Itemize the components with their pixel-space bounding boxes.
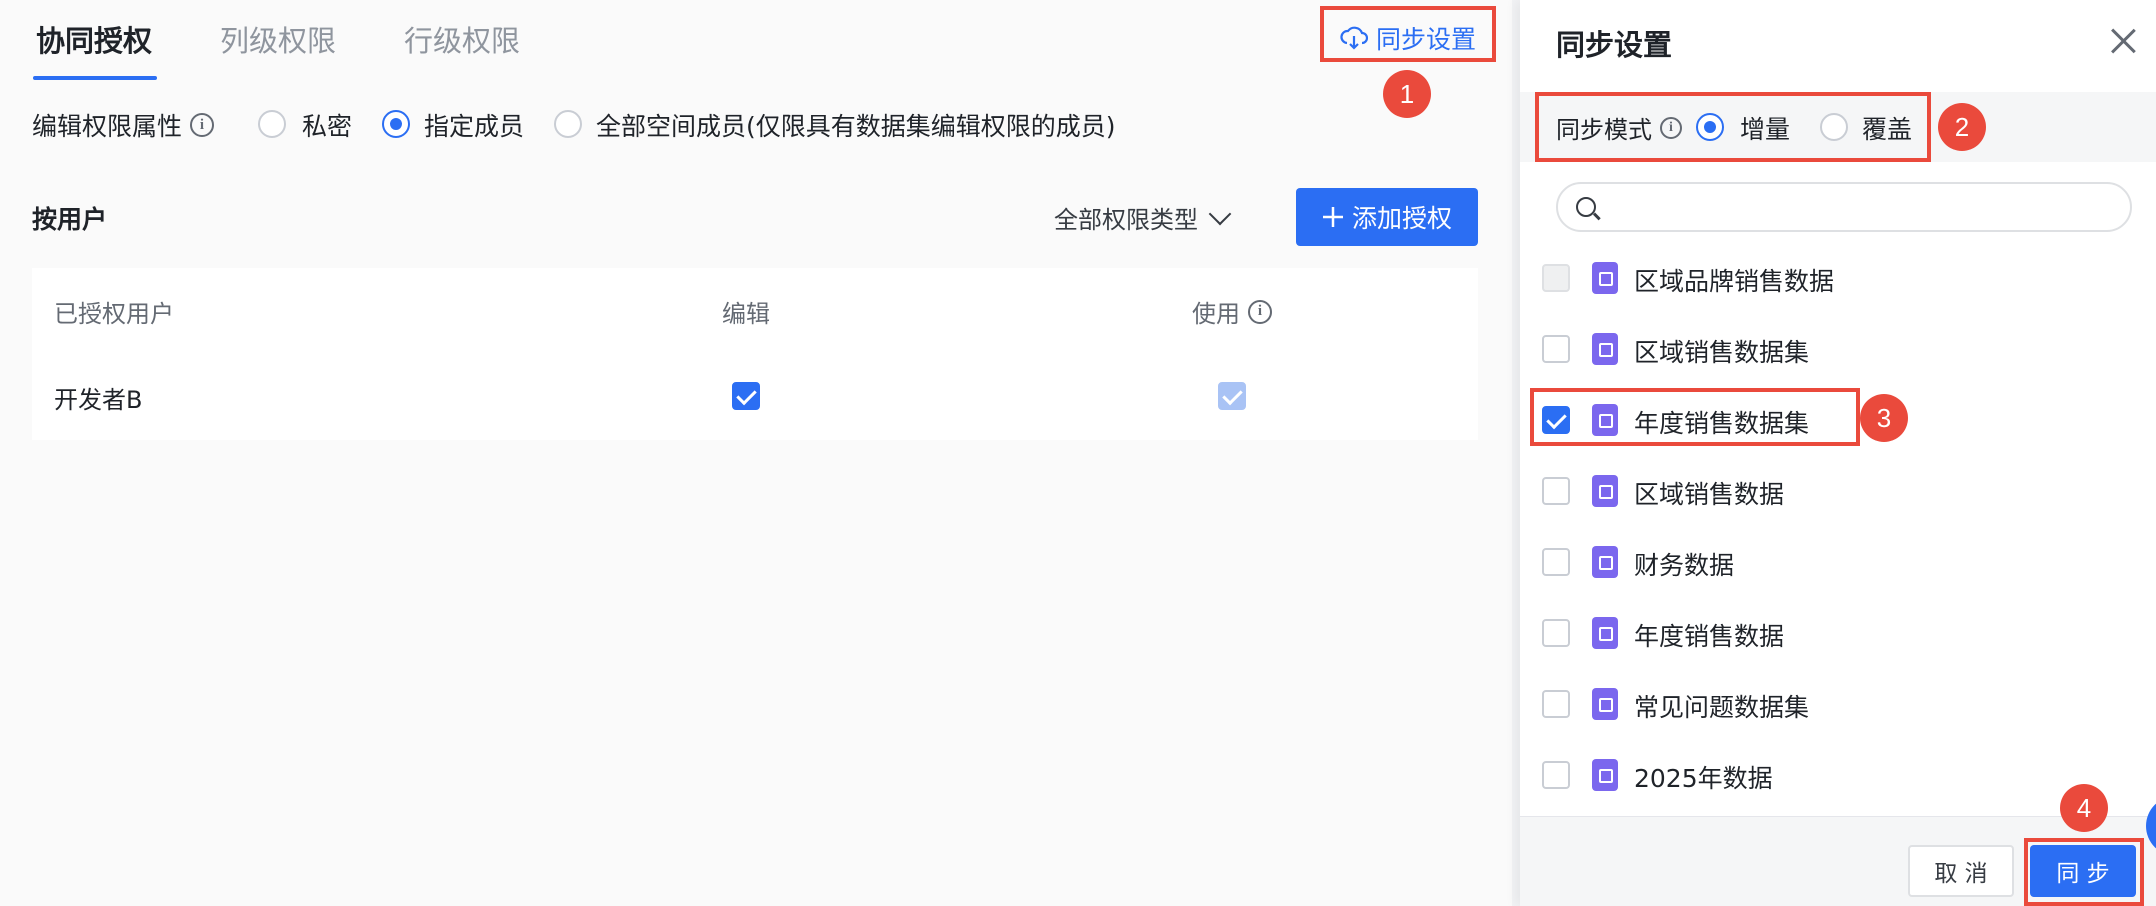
tab-collab-auth[interactable]: 协同授权	[36, 18, 152, 60]
edit-property-text: 编辑权限属性	[32, 112, 183, 141]
dataset-cube-icon	[1592, 546, 1618, 578]
radio-specified-members-label: 指定成员	[424, 112, 525, 141]
step-badge-4: 4	[2060, 784, 2108, 832]
tab-row-permission[interactable]: 行级权限	[404, 18, 520, 60]
dataset-checkbox[interactable]	[1542, 477, 1570, 505]
dataset-row[interactable]: 区域品牌销售数据	[1520, 242, 2156, 314]
chevron-down-icon	[1208, 202, 1232, 225]
step-badge-2: 2	[1938, 103, 1986, 151]
permission-type-value: 全部权限类型	[1054, 206, 1198, 234]
dataset-checkbox[interactable]	[1542, 548, 1570, 576]
radio-all-members[interactable]	[554, 110, 582, 138]
add-auth-button[interactable]: 添加授权	[1296, 188, 1478, 246]
edit-checkbox[interactable]	[732, 382, 760, 410]
dataset-cube-icon	[1592, 759, 1618, 791]
step-badge-3: 3	[1860, 394, 1908, 442]
use-checkbox	[1218, 382, 1246, 410]
active-tab-indicator	[33, 76, 157, 80]
cancel-button[interactable]: 取 消	[1908, 845, 2014, 897]
dataset-cube-icon	[1592, 617, 1618, 649]
header-use-text: 使用	[1192, 300, 1240, 328]
search-input[interactable]	[1610, 190, 2110, 224]
radio-private-label: 私密	[302, 112, 353, 141]
dataset-label: 常见问题数据集	[1634, 693, 1810, 722]
radio-all-members-label: 全部空间成员(仅限具有数据集编辑权限的成员)	[596, 112, 1116, 141]
tab-column-permission[interactable]: 列级权限	[220, 18, 336, 60]
annotation-box-1	[1320, 6, 1496, 62]
by-user-heading: 按用户	[32, 205, 108, 234]
auth-table: 已授权用户 编辑 使用 i 开发者B	[32, 268, 1478, 440]
dataset-row[interactable]: 财务数据	[1520, 526, 2156, 598]
dataset-label: 区域销售数据集	[1634, 338, 1810, 367]
annotation-box-4	[2024, 838, 2144, 906]
edit-property-label: 编辑权限属性 i	[32, 107, 215, 143]
annotation-box-2	[1535, 92, 1931, 162]
dataset-cube-icon	[1592, 262, 1618, 294]
search-icon	[1576, 197, 1596, 217]
dataset-row[interactable]: 区域销售数据	[1520, 455, 2156, 527]
dataset-row[interactable]: 常见问题数据集	[1520, 668, 2156, 740]
dataset-label: 年度销售数据	[1634, 622, 1785, 651]
annotation-box-3	[1530, 388, 1860, 446]
dataset-checkbox	[1542, 264, 1570, 292]
add-auth-label: 添加授权	[1351, 204, 1452, 233]
close-icon[interactable]	[2110, 28, 2136, 54]
dataset-row[interactable]: 区域销售数据集	[1520, 313, 2156, 385]
header-user: 已授权用户	[54, 300, 174, 328]
info-icon[interactable]: i	[190, 113, 215, 137]
step-badge-1: 1	[1383, 70, 1431, 118]
drawer-title: 同步设置	[1556, 28, 1673, 62]
dataset-cube-icon	[1592, 475, 1618, 507]
header-edit: 编辑	[722, 300, 770, 328]
radio-specified-members[interactable]	[382, 110, 410, 138]
permissions-panel: 协同授权 列级权限 行级权限 同步设置 1 编辑权限属性 i 私密 指定成员 全…	[0, 0, 1512, 906]
dataset-search[interactable]	[1556, 182, 2132, 232]
dataset-row[interactable]: 年度销售数据	[1520, 597, 2156, 669]
table-row-user: 开发者B	[54, 386, 143, 414]
plus-icon	[1322, 207, 1343, 227]
dataset-label: 财务数据	[1634, 551, 1735, 580]
dataset-cube-icon	[1592, 333, 1618, 365]
dataset-label: 区域品牌销售数据	[1634, 267, 1835, 296]
dataset-checkbox[interactable]	[1542, 335, 1570, 363]
dataset-cube-icon	[1592, 688, 1618, 720]
permission-type-dropdown[interactable]: 全部权限类型	[1054, 200, 1232, 235]
header-use: 使用 i	[1192, 294, 1272, 329]
dataset-label: 区域销售数据	[1634, 480, 1785, 509]
dataset-checkbox[interactable]	[1542, 761, 1570, 789]
sync-settings-drawer: 同步设置 同步模式 i 增量 覆盖 2 区域品牌销售数据 区域销售数据集 年度销…	[1520, 0, 2156, 906]
dataset-checkbox[interactable]	[1542, 690, 1570, 718]
dataset-label: 2025年数据	[1634, 764, 1773, 793]
info-icon[interactable]: i	[1248, 299, 1272, 324]
dataset-checkbox[interactable]	[1542, 619, 1570, 647]
radio-private[interactable]	[258, 110, 286, 138]
